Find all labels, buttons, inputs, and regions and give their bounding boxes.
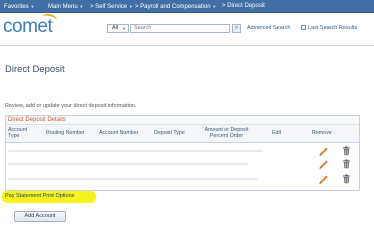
trash-icon[interactable] <box>342 174 351 184</box>
breadcrumb-payroll-compensation-label: > Payroll and Compensation <box>135 4 211 10</box>
last-search-results-label: Last Search Results <box>308 25 358 31</box>
add-account-button[interactable]: Add Account <box>14 211 66 222</box>
chevron-down-icon: ▼ <box>128 4 133 9</box>
advanced-search-link[interactable]: Advanced Search <box>247 25 290 31</box>
col-edit: Edit <box>272 130 282 136</box>
page-title: Direct Deposit <box>5 64 65 75</box>
col-account-number: Account Number <box>99 130 139 136</box>
col-deposit-type: Deposit Type <box>154 130 185 136</box>
grid-header-row: Account Type Routing Number Account Numb… <box>6 125 359 143</box>
chevron-down-icon: ▼ <box>30 4 35 9</box>
breadcrumb-direct-deposit[interactable]: > Direct Deposit <box>222 0 265 13</box>
redacted-row-data <box>8 150 263 152</box>
col-amount-percent-order: Amount or Deposit Percent Order <box>204 127 249 139</box>
last-search-results-link[interactable]: Last Search Results <box>301 25 357 31</box>
breadcrumb-payroll-compensation[interactable]: > Payroll and Compensation ▼ <box>135 0 216 13</box>
search-input[interactable]: Search <box>130 24 230 33</box>
nav-favorites-label: Favorites <box>4 4 29 10</box>
edit-pencil-icon[interactable] <box>318 174 328 184</box>
pay-statement-print-options-link[interactable]: Pay Statement Print Options <box>5 193 74 199</box>
table-row <box>6 173 359 187</box>
nav-main-menu[interactable]: Main Menu ▼ <box>48 0 83 13</box>
breadcrumb-self-service[interactable]: > Self Service ▼ <box>90 0 133 13</box>
col-account-type: Account Type <box>8 127 28 139</box>
col-routing-number: Routing Number <box>46 130 85 136</box>
top-navigation-bar: Favorites ▼ Main Menu ▼ > Self Service ▼… <box>0 0 374 13</box>
breadcrumb-direct-deposit-label: > Direct Deposit <box>222 3 265 9</box>
redacted-row-data <box>8 178 258 180</box>
search-go-button[interactable]: » <box>232 24 241 33</box>
edit-pencil-icon[interactable] <box>318 146 328 156</box>
last-results-icon <box>301 25 306 30</box>
col-remove: Remove <box>312 130 332 136</box>
page-instructions: Review, add or update your direct deposi… <box>5 103 137 109</box>
search-scope-value: All <box>112 25 119 31</box>
header-divider <box>0 45 374 46</box>
nav-favorites[interactable]: Favorites ▼ <box>4 0 34 13</box>
table-row <box>6 158 359 172</box>
direct-deposit-grid: Direct Deposit Details Account Type Rout… <box>5 115 360 191</box>
header: comet All ▼ Search » Advanced Search Las… <box>0 12 374 46</box>
redacted-row-data <box>8 163 248 165</box>
trash-icon[interactable] <box>342 159 351 169</box>
grid-title: Direct Deposit Details <box>6 116 359 125</box>
trash-icon[interactable] <box>342 146 351 156</box>
search-scope-select[interactable]: All ▼ <box>107 24 129 33</box>
chevron-down-icon: ▼ <box>122 26 126 31</box>
table-row <box>6 145 359 159</box>
breadcrumb-self-service-label: > Self Service <box>90 4 128 10</box>
double-chevron-right-icon: » <box>234 25 239 31</box>
edit-pencil-icon[interactable] <box>318 159 328 169</box>
chevron-down-icon: ▼ <box>79 4 84 9</box>
nav-main-menu-label: Main Menu <box>48 4 78 10</box>
chevron-down-icon: ▼ <box>212 4 217 9</box>
